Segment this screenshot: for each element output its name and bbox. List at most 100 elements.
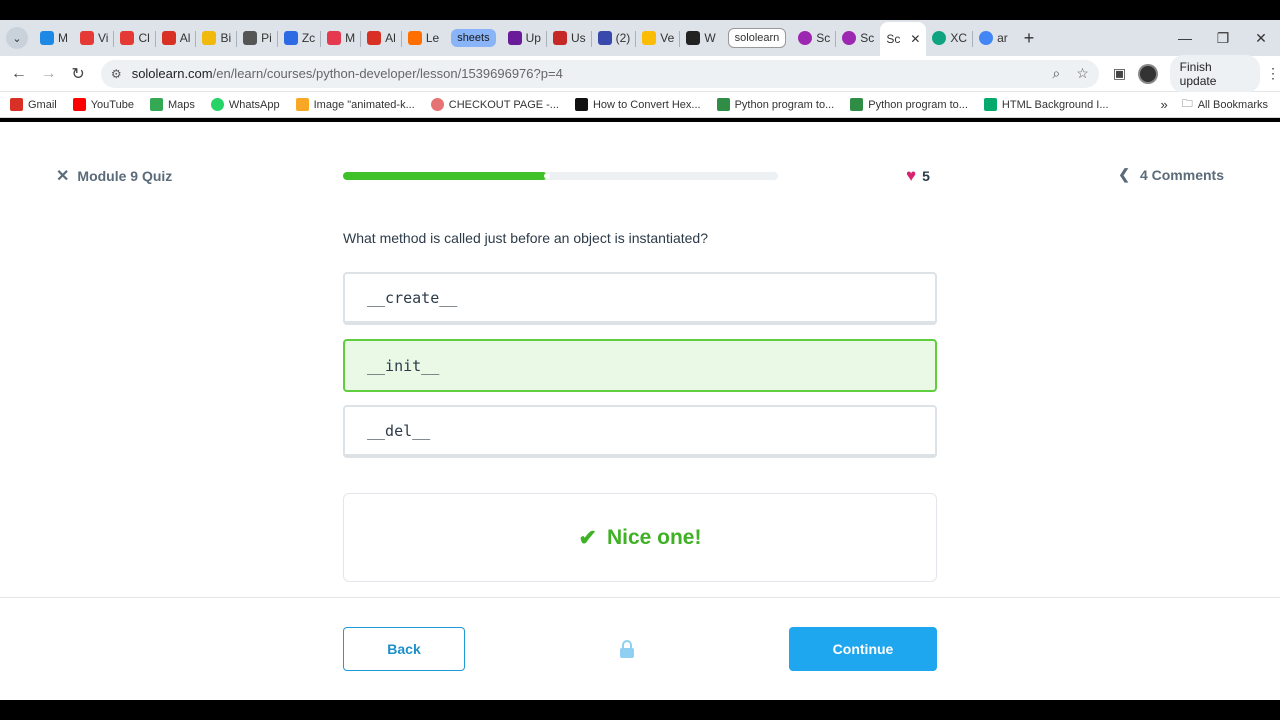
tab-favicon-icon <box>642 31 657 45</box>
answer-option[interactable]: __del__ <box>343 405 937 458</box>
tab[interactable]: Pi <box>237 23 278 53</box>
tab[interactable]: Up <box>502 23 547 53</box>
sololearn-icon <box>798 31 813 45</box>
bookmark-star-icon[interactable]: ☆ <box>1076 65 1089 82</box>
tab-favicon-icon <box>507 31 522 45</box>
all-bookmarks-label: All Bookmarks <box>1197 98 1268 111</box>
tab[interactable]: Sc <box>836 23 880 53</box>
back-arrow-icon[interactable]: ← <box>4 65 34 83</box>
tab[interactable]: Cl <box>114 23 156 53</box>
bookmarks-bar: Gmail YouTube Maps WhatsApp Image "anima… <box>0 92 1280 118</box>
tab-label: M <box>58 31 68 45</box>
tab-favicon-icon <box>243 31 258 45</box>
avatar[interactable] <box>1138 63 1158 84</box>
all-bookmarks-button[interactable]: 🗀 All Bookmarks <box>1182 95 1268 114</box>
bookmark-item[interactable]: WhatsApp <box>210 98 280 111</box>
progress-bar <box>343 172 778 180</box>
close-window-icon[interactable]: ✕ <box>1242 30 1280 47</box>
youtube-icon <box>72 98 86 111</box>
sololearn-icon <box>842 31 857 45</box>
tab-label: XC <box>950 31 968 45</box>
whatsapp-icon <box>210 98 224 111</box>
bookmark-item[interactable]: How to Convert Hex... <box>574 98 701 111</box>
alpha-icon <box>574 98 588 111</box>
tab-favicon-icon <box>597 31 612 45</box>
bookmark-label: HTML Background I... <box>1001 98 1109 111</box>
heart-icon: ♥ <box>906 166 917 185</box>
tab-search-icon[interactable]: ⌄ <box>6 27 28 49</box>
tab-favicon-icon <box>407 31 422 45</box>
w3schools-icon <box>983 98 997 111</box>
bookmark-label: Maps <box>167 98 195 111</box>
answer-option-correct[interactable]: __init__ <box>343 339 937 392</box>
tab-label: Bi <box>220 31 232 45</box>
bookmark-item[interactable]: Python program to... <box>850 98 968 111</box>
bookmark-item[interactable]: Gmail <box>10 98 57 111</box>
tab[interactable]: Sc <box>792 23 837 53</box>
tab[interactable]: (2) <box>592 23 637 53</box>
finish-update-button[interactable]: Finish update <box>1169 54 1261 93</box>
tab[interactable]: W <box>680 23 721 53</box>
close-tab-icon[interactable]: ✕ <box>910 32 920 46</box>
tab[interactable]: Zc <box>278 23 322 53</box>
tab-label: Ve <box>660 31 675 45</box>
tab[interactable]: Us <box>547 23 592 53</box>
tab[interactable]: ar <box>973 23 1014 53</box>
checkout-icon <box>430 98 444 111</box>
tab-label: Al <box>179 31 191 45</box>
tab[interactable]: Ve <box>636 23 681 53</box>
tab-label: Zc <box>301 31 316 45</box>
close-icon[interactable]: ✕ <box>56 166 69 186</box>
continue-button[interactable]: Continue <box>789 627 937 671</box>
site-info-icon[interactable]: ⚙ <box>111 67 122 81</box>
back-button[interactable]: Back <box>343 627 465 671</box>
tab[interactable]: Vi <box>74 23 115 53</box>
url-host: sololearn.com <box>131 66 213 81</box>
tab-group-sheets[interactable]: sheets <box>451 29 496 47</box>
zoom-icon[interactable]: ⌕ <box>1052 65 1060 82</box>
bookmark-item[interactable]: CHECKOUT PAGE -... <box>430 98 559 111</box>
tab[interactable]: Le <box>402 23 445 53</box>
bookmark-item[interactable]: Python program to... <box>716 98 835 111</box>
tab[interactable]: M <box>321 23 362 53</box>
progress-fill <box>343 172 551 180</box>
side-panel-icon[interactable]: ▣ <box>1113 65 1126 82</box>
tab-active[interactable]: Sc ✕ <box>880 22 927 56</box>
bookmark-item[interactable]: Maps <box>149 98 195 111</box>
binance-icon <box>202 31 217 45</box>
menu-icon[interactable]: ⋮ <box>1266 65 1280 82</box>
tab[interactable]: XC <box>926 23 974 53</box>
bookmark-label: Python program to... <box>734 98 835 111</box>
restore-icon[interactable]: ❐ <box>1204 30 1242 47</box>
tab-label: W <box>704 31 716 45</box>
tab[interactable]: M <box>34 23 74 53</box>
tab-group-sololearn[interactable]: sololearn <box>727 28 787 48</box>
gmail-icon <box>10 98 23 111</box>
bookmark-label: Gmail <box>28 98 57 111</box>
screen-bottom-bar <box>0 700 1280 720</box>
reload-icon[interactable]: ↻ <box>63 64 93 84</box>
minimize-icon[interactable]: — <box>1166 30 1204 46</box>
bookmark-label: WhatsApp <box>228 98 280 111</box>
address-bar[interactable]: ⚙ sololearn.com/en/learn/courses/python-… <box>100 59 1099 88</box>
bookmark-item[interactable]: Image "animated-k... <box>295 98 415 111</box>
tab-label: ar <box>997 31 1008 45</box>
comments-link[interactable]: ❮ 4 Comments <box>1118 166 1224 183</box>
tab-label: Al <box>385 31 396 45</box>
tab-label: (2) <box>615 31 631 45</box>
close-quiz-button[interactable]: ✕ Module 9 Quiz <box>56 166 172 186</box>
tab[interactable]: Al <box>361 23 402 53</box>
tab-list: M Vi Cl Al Bi Pi Zc M Al Le sheets Up Us… <box>34 20 1034 56</box>
answer-option[interactable]: __create__ <box>343 272 937 325</box>
new-tab-icon[interactable]: + <box>1024 28 1035 49</box>
folder-icon: 🗀 <box>1181 98 1193 110</box>
hearts-counter[interactable]: ♥ 5 <box>906 166 930 186</box>
tab[interactable]: Al <box>156 23 197 53</box>
zoom-icon <box>283 31 298 45</box>
tab[interactable]: Bi <box>196 23 238 53</box>
forward-arrow-icon[interactable]: → <box>34 65 64 83</box>
progress-dot <box>544 173 551 179</box>
bookmark-item[interactable]: YouTube <box>72 98 134 111</box>
bookmark-item[interactable]: HTML Background I... <box>983 98 1109 111</box>
more-bookmarks-icon[interactable]: » <box>1160 97 1167 112</box>
